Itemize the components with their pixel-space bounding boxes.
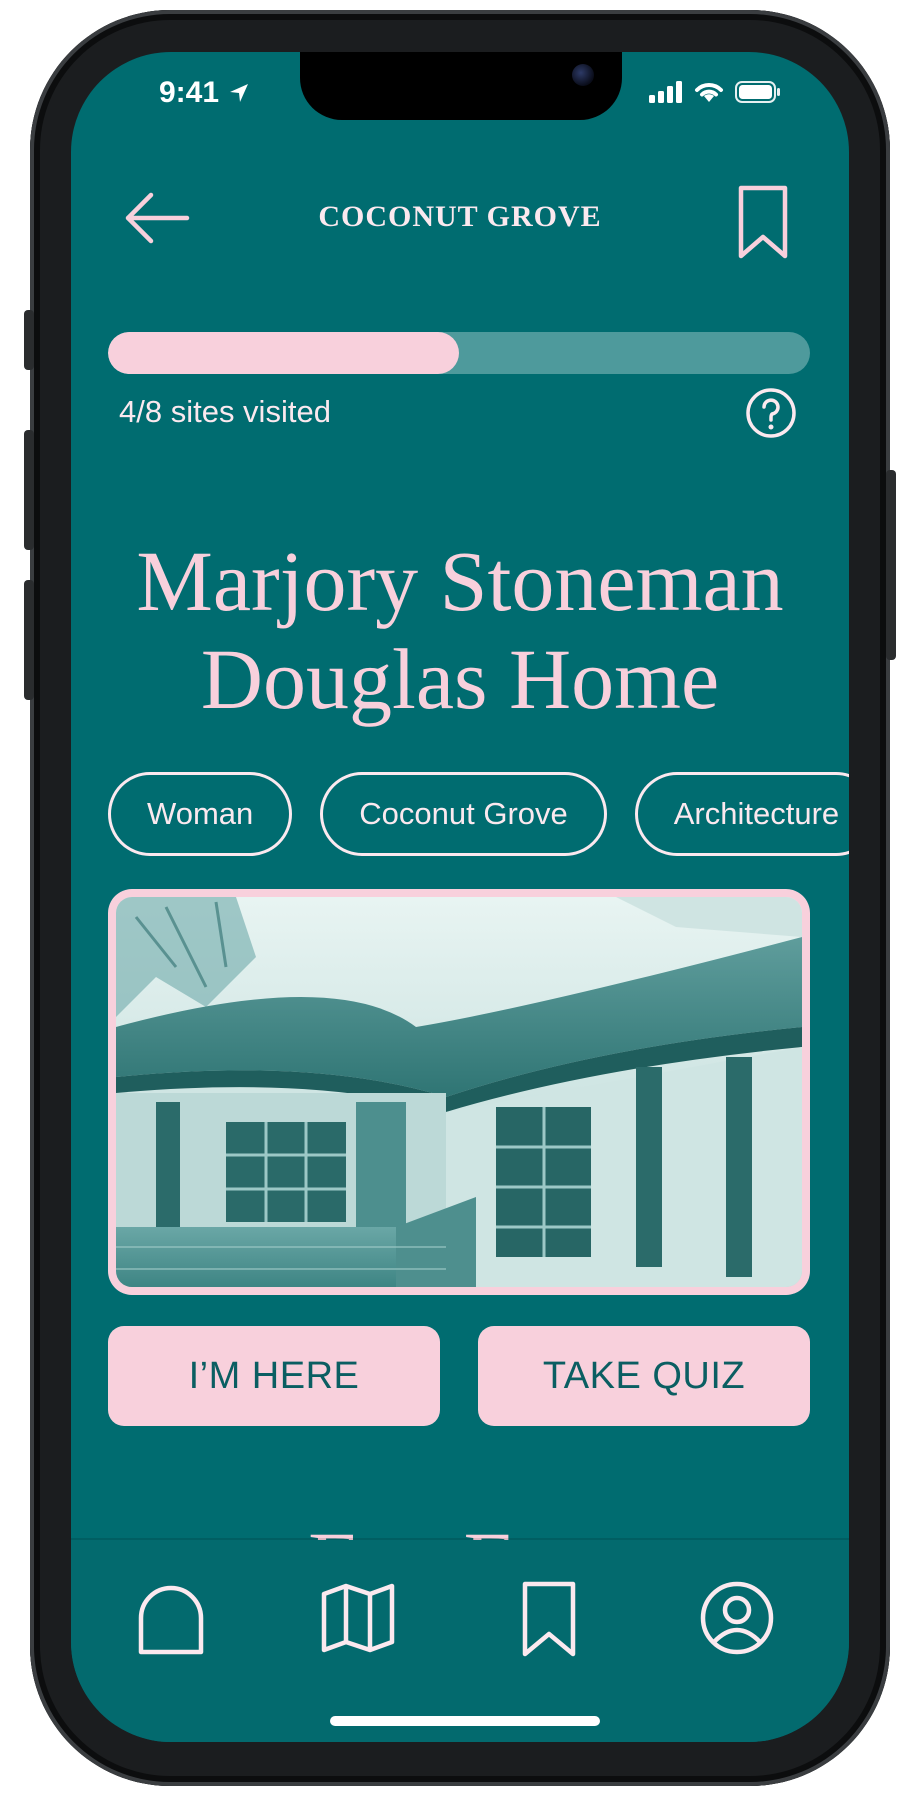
tag-list: Woman Coconut Grove Architecture [108, 772, 849, 856]
tag-coconut-grove[interactable]: Coconut Grove [320, 772, 607, 856]
profile-icon [700, 1581, 774, 1655]
bookmark-button[interactable] [733, 182, 793, 262]
status-time: 9:41 [159, 76, 251, 110]
app-screen: 9:41 COCONUT GROVE 4/8 sites visited Mar… [71, 52, 849, 1742]
status-icons [649, 80, 781, 104]
tab-saved[interactable] [509, 1578, 589, 1658]
notch [300, 52, 622, 120]
site-photo-frame [108, 889, 810, 1295]
tag-woman[interactable]: Woman [108, 772, 293, 856]
site-title-line1: Marjory Stoneman [136, 533, 784, 629]
help-button[interactable] [745, 387, 797, 439]
tab-map[interactable] [318, 1578, 398, 1658]
tab-home[interactable] [131, 1578, 211, 1658]
battery-icon [735, 81, 780, 103]
site-title: Marjory Stoneman Douglas Home [71, 532, 849, 728]
tab-profile[interactable] [697, 1578, 777, 1658]
progress-label: 4/8 sites visited [119, 394, 331, 429]
progress-bar-fill [108, 332, 459, 374]
question-circle-icon [746, 388, 796, 438]
status-time-text: 9:41 [159, 76, 220, 109]
power-button [886, 470, 896, 660]
site-photo [116, 897, 802, 1287]
progress-bar [108, 332, 810, 374]
home-indicator[interactable] [330, 1716, 600, 1726]
camera [572, 64, 594, 86]
volume-up-button [24, 430, 34, 550]
im-here-button[interactable]: I’M HERE [108, 1326, 440, 1426]
bookmark-icon [522, 1581, 576, 1657]
tag-architecture[interactable]: Architecture [634, 772, 849, 856]
mute-switch [24, 310, 34, 370]
cellular-signal-icon [649, 81, 682, 103]
map-icon [321, 1583, 395, 1653]
location-arrow-icon [230, 84, 249, 102]
bottom-tab-bar [71, 1540, 849, 1742]
wifi-icon [695, 83, 723, 102]
home-icon [138, 1585, 204, 1655]
volume-down-button [24, 580, 34, 700]
site-title-line2: Douglas Home [200, 631, 720, 727]
bookmark-icon [738, 185, 788, 259]
take-quiz-button[interactable]: TAKE QUIZ [478, 1326, 810, 1426]
